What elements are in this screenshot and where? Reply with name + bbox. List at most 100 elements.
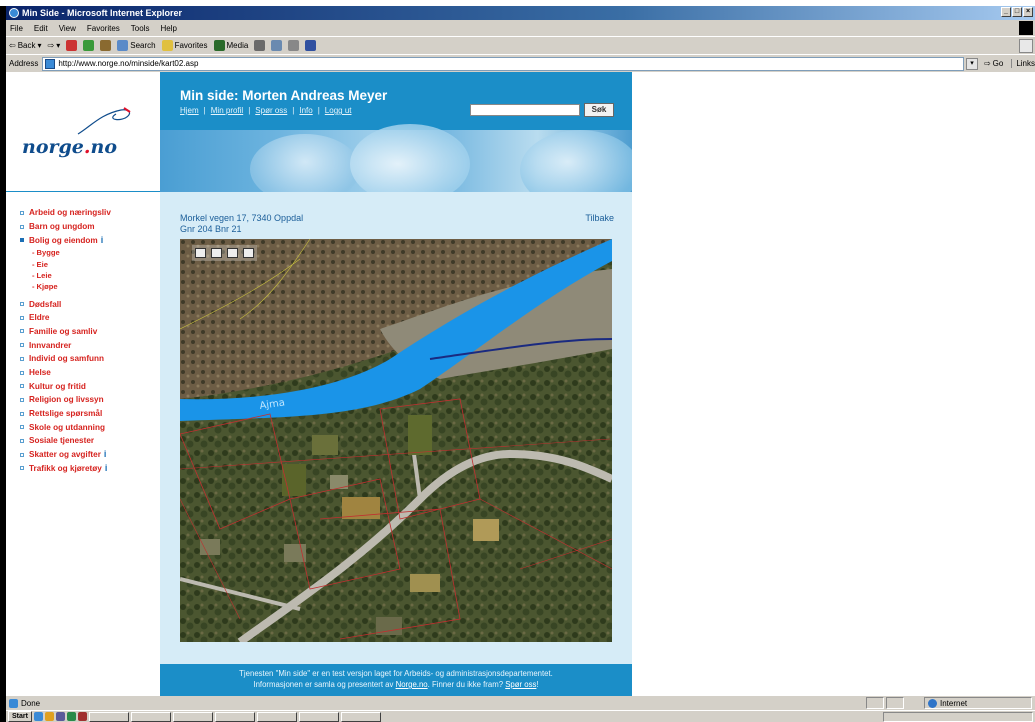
nav-item[interactable]: Bolig og eiendom i [20, 233, 111, 247]
history-icon[interactable] [254, 40, 266, 51]
nav-item[interactable]: Arbeid og næringsliv [20, 206, 111, 220]
taskbar-button[interactable] [172, 711, 213, 722]
taskbar-button[interactable] [256, 711, 297, 722]
nav-item[interactable]: Familie og samliv [20, 325, 111, 339]
nav-item[interactable]: Religion og livssyn [20, 393, 111, 407]
security-zone[interactable]: Internet [924, 697, 1032, 709]
refresh-icon[interactable] [83, 40, 95, 51]
nav-item[interactable]: Barn og ungdom [20, 220, 111, 234]
forward-button[interactable]: ⇨ ▾ [48, 41, 61, 50]
quicklaunch-desktop-icon[interactable] [55, 712, 65, 721]
menu-item-edit[interactable]: Edit [34, 24, 48, 33]
quicklaunch-app-icon[interactable] [77, 712, 87, 721]
top-link[interactable]: Min profil [211, 106, 243, 115]
back-link[interactable]: Tilbake [585, 213, 614, 223]
nav-item[interactable]: Skole og utdanning [20, 420, 111, 434]
quicklaunch-ie-icon[interactable] [33, 712, 43, 721]
save-icon[interactable] [195, 248, 206, 258]
print-icon[interactable] [211, 248, 222, 258]
search-input[interactable] [470, 104, 580, 116]
minimize-icon[interactable]: _ [1001, 7, 1011, 17]
menu-item-tools[interactable]: Tools [131, 24, 150, 33]
nav-item[interactable]: Kultur og fritid [20, 379, 111, 393]
footer-text: ! [536, 680, 539, 689]
taskbar-button[interactable] [340, 711, 381, 722]
menu-item-file[interactable]: File [10, 24, 23, 33]
ie-icon [9, 8, 19, 18]
top-link[interactable]: Spør oss [255, 106, 287, 115]
mail-icon[interactable] [271, 40, 283, 51]
nav-subitem[interactable]: - Eie [20, 258, 111, 269]
nav-item[interactable]: Dødsfall [20, 297, 111, 311]
menu-item-view[interactable]: View [59, 24, 76, 33]
browser-viewport: norge.no Arbeid og næringsliv Barn og ung… [6, 72, 1024, 696]
logo-text-dot: . [83, 136, 91, 158]
nav-subitem[interactable]: - Bygge [20, 247, 111, 258]
bullet-icon [20, 329, 24, 334]
taskbar-button[interactable] [214, 711, 255, 722]
nav-item-label: Kultur og fritid [29, 381, 86, 391]
nav-item[interactable]: Skatter og avgifter i [20, 448, 111, 462]
maximize-icon[interactable]: □ [1012, 7, 1022, 17]
link-separator: | [248, 106, 251, 115]
address-input[interactable]: http://www.norge.no/minside/kart02.asp [42, 56, 964, 71]
info-icon[interactable]: i [101, 235, 106, 245]
nav-item-label: Individ og samfunn [29, 354, 105, 364]
taskbar-button[interactable] [130, 711, 171, 722]
aerial-map[interactable]: Ajma [180, 239, 612, 642]
media-button[interactable]: Media [213, 40, 248, 51]
email-icon[interactable] [227, 248, 238, 258]
chevron-down-icon: ▾ [37, 41, 42, 50]
nav-item-label: Helse [29, 368, 51, 378]
nav-item-label: Religion og livssyn [29, 395, 104, 405]
nav-item-label: Barn og ungdom [29, 222, 95, 232]
nav-item[interactable]: Innvandrer [20, 338, 111, 352]
word-icon[interactable] [305, 40, 317, 51]
nav-item-label: Skole og utdanning [29, 422, 105, 432]
nav-item[interactable]: Eldre [20, 311, 111, 325]
taskbar-button[interactable] [88, 711, 129, 722]
stop-icon[interactable] [66, 40, 78, 51]
address-dropdown-icon[interactable]: ▾ [965, 57, 978, 70]
top-link[interactable]: Hjem [180, 106, 199, 115]
nav-item[interactable]: Individ og samfunn [20, 352, 111, 366]
search-button[interactable]: Search [117, 40, 156, 51]
nav-item[interactable]: Sosiale tjenester [20, 434, 111, 448]
nav-item-label: Bolig og eiendom [29, 235, 98, 245]
ask-us-link[interactable]: Spør oss [505, 680, 536, 689]
nav-item-label: Rettslige spørsmål [29, 409, 103, 419]
nav-subitem[interactable]: - Kjøpe [20, 281, 111, 292]
menu-item-favorites[interactable]: Favorites [87, 24, 120, 33]
back-label: Back [17, 41, 36, 50]
nav-subitem[interactable]: - Leie [20, 270, 111, 281]
top-link[interactable]: Logg ut [325, 106, 352, 115]
status-bar: Done Internet [6, 696, 1035, 710]
info-icon[interactable]: i [105, 463, 110, 473]
menu-item-help[interactable]: Help [160, 24, 176, 33]
vertical-scrollbar[interactable] [1024, 72, 1035, 696]
window-titlebar[interactable]: Min Side - Microsoft Internet Explorer _… [6, 6, 1035, 20]
start-button[interactable]: Start [8, 711, 32, 722]
print-icon[interactable] [288, 40, 300, 51]
go-button[interactable]: ⇨ Go [984, 59, 1003, 68]
search-button[interactable]: Søk [584, 103, 614, 117]
favorites-button[interactable]: Favorites [161, 40, 208, 51]
footer-line: Tjenesten "Min side" er en test versjon … [239, 669, 553, 678]
clipboard-icon[interactable] [243, 248, 254, 258]
quicklaunch-app-icon[interactable] [66, 712, 76, 721]
quicklaunch-folder-icon[interactable] [44, 712, 54, 721]
home-icon[interactable] [100, 40, 112, 51]
nav-item[interactable]: Rettslige spørsmål [20, 407, 111, 421]
taskbar-button[interactable] [298, 711, 339, 722]
norge-logo[interactable]: norge.no [22, 136, 117, 158]
address-bar: Address http://www.norge.no/minside/kart… [6, 54, 1035, 72]
nav-item[interactable]: Trafikk og kjøretøy i [20, 462, 111, 476]
info-icon[interactable]: i [104, 450, 109, 459]
links-button[interactable]: Links [1011, 59, 1035, 68]
page-title: Min side: Morten Andreas Meyer [180, 88, 388, 103]
close-icon[interactable]: × [1023, 7, 1033, 17]
norge-link[interactable]: Norge.no [396, 680, 428, 689]
nav-item[interactable]: Helse [20, 366, 111, 380]
top-link[interactable]: Info [299, 106, 312, 115]
back-button[interactable]: ⇦ Back ▾ [9, 41, 42, 50]
